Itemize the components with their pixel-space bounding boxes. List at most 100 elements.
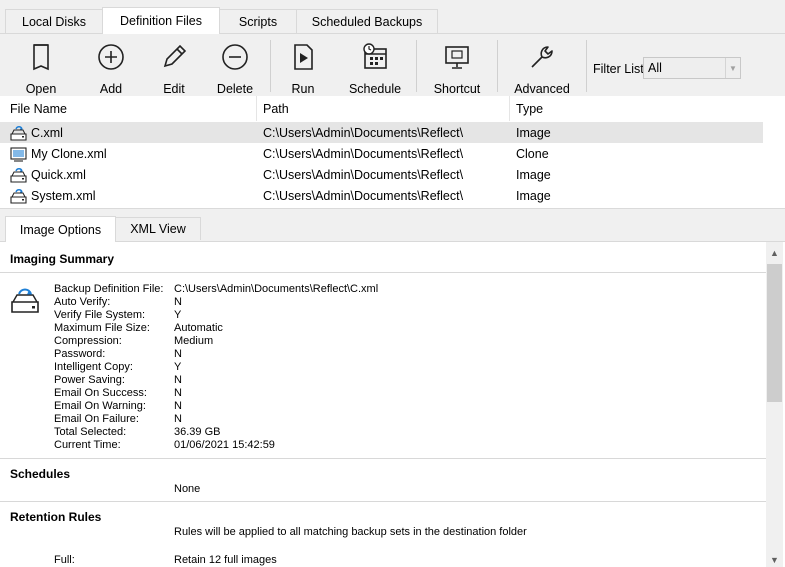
file-type: Image	[516, 126, 551, 140]
summary-label: Password:	[54, 348, 106, 360]
summary-label: Intelligent Copy:	[54, 361, 133, 373]
chevron-down-icon[interactable]: ▼	[725, 58, 740, 78]
list-header: File Name Path Type	[0, 96, 763, 121]
drive-backup-icon	[11, 288, 39, 313]
schedule-button[interactable]: Schedule	[348, 38, 402, 96]
detail-tab-bar: Image Options XML View	[0, 213, 785, 242]
summary-label: Email On Warning:	[54, 400, 146, 412]
summary-label: Current Time:	[54, 439, 121, 451]
file-name: System.xml	[31, 189, 96, 203]
summary-label: Email On Success:	[54, 387, 147, 399]
summary-value: N	[174, 296, 182, 308]
calendar-clock-icon	[363, 43, 387, 69]
summary-label: Backup Definition File:	[54, 283, 164, 295]
file-name: Quick.xml	[31, 168, 86, 182]
file-path: C:\Users\Admin\Documents\Reflect\	[263, 126, 464, 140]
image-backup-file-icon	[10, 126, 27, 141]
summary-value: N	[174, 374, 182, 386]
definition-files-list: File Name Path Type C.xml C:\Users\Admin…	[0, 96, 785, 208]
column-header-type[interactable]: Type	[506, 96, 763, 121]
wrench-icon	[531, 46, 553, 68]
table-row[interactable]: System.xml C:\Users\Admin\Documents\Refl…	[0, 185, 763, 206]
file-path: C:\Users\Admin\Documents\Reflect\	[263, 147, 464, 161]
delete-label: Delete	[216, 82, 254, 96]
clone-file-icon	[10, 147, 27, 162]
image-backup-file-icon	[10, 189, 27, 204]
retention-full-value: Retain 12 full images	[174, 554, 277, 566]
summary-label: Verify File System:	[54, 309, 146, 321]
summary-value: C:\Users\Admin\Documents\Reflect\C.xml	[174, 283, 379, 295]
edit-button[interactable]: Edit	[157, 38, 191, 96]
image-options-pane: Imaging Summary Backup Definition File: …	[0, 241, 785, 567]
open-label: Open	[25, 82, 57, 96]
file-name: C.xml	[31, 126, 63, 140]
add-label: Add	[99, 82, 123, 96]
summary-value: N	[174, 413, 182, 425]
summary-label: Compression:	[54, 335, 122, 347]
run-button[interactable]: Run	[288, 38, 318, 96]
divider	[0, 272, 766, 273]
run-label: Run	[291, 82, 315, 96]
advanced-button[interactable]: Advanced	[514, 38, 570, 96]
file-name: My Clone.xml	[31, 147, 107, 161]
schedule-label: Schedule	[348, 82, 402, 96]
shortcut-button[interactable]: Shortcut	[432, 38, 482, 96]
filter-list-value: All	[648, 61, 662, 75]
summary-value: Y	[174, 361, 182, 373]
summary-value: N	[174, 348, 182, 360]
advanced-label: Advanced	[514, 82, 570, 96]
pencil-icon	[163, 44, 187, 68]
divider	[0, 458, 766, 459]
delete-button[interactable]: Delete	[216, 38, 254, 96]
toolbar-separator	[270, 40, 271, 92]
tab-local-disks[interactable]: Local Disks	[5, 9, 103, 33]
summary-label: Email On Failure:	[54, 413, 139, 425]
summary-value: Automatic	[174, 322, 223, 334]
detail-scrollbar[interactable]: ▲ ▼	[766, 242, 783, 567]
shortcut-label: Shortcut	[433, 82, 481, 96]
summary-label: Maximum File Size:	[54, 322, 150, 334]
summary-value: Medium	[174, 335, 214, 347]
summary-value: 01/06/2021 15:42:59	[174, 439, 275, 451]
run-icon	[294, 44, 313, 70]
file-type: Image	[516, 189, 551, 203]
summary-value: N	[174, 387, 182, 399]
summary-label: Total Selected:	[54, 426, 127, 438]
retention-rules-title: Retention Rules	[10, 510, 102, 524]
retention-full-label: Full:	[54, 554, 75, 566]
toolbar-separator	[586, 40, 587, 92]
open-icon	[33, 44, 49, 71]
top-tab-bar: Local Disks Definition Files Scripts Sch…	[0, 0, 785, 34]
plus-circle-icon	[98, 44, 124, 70]
filter-list-select[interactable]: All ▼	[643, 57, 741, 79]
retention-note: Rules will be applied to all matching ba…	[174, 526, 527, 538]
summary-value: 36.39 GB	[174, 426, 221, 438]
image-backup-file-icon	[10, 168, 27, 183]
tab-definition-files[interactable]: Definition Files	[102, 7, 220, 34]
add-button[interactable]: Add	[94, 38, 128, 96]
summary-value: N	[174, 400, 182, 412]
file-path: C:\Users\Admin\Documents\Reflect\	[263, 168, 464, 182]
minus-circle-icon	[222, 44, 248, 70]
table-row[interactable]: My Clone.xml C:\Users\Admin\Documents\Re…	[0, 143, 763, 164]
filter-list-label: Filter List	[593, 62, 644, 76]
table-row[interactable]: Quick.xml C:\Users\Admin\Documents\Refle…	[0, 164, 763, 185]
tab-image-options[interactable]: Image Options	[5, 216, 116, 242]
scrollbar-thumb[interactable]	[767, 264, 782, 402]
table-row[interactable]: C.xml C:\Users\Admin\Documents\Reflect\ …	[0, 122, 763, 143]
tab-scheduled-backups[interactable]: Scheduled Backups	[296, 9, 438, 33]
file-path: C:\Users\Admin\Documents\Reflect\	[263, 189, 464, 203]
imaging-summary-title: Imaging Summary	[10, 252, 115, 266]
schedules-title: Schedules	[10, 467, 71, 481]
monitor-icon	[445, 46, 469, 69]
column-header-path[interactable]: Path	[253, 96, 510, 121]
scroll-down-icon[interactable]: ▼	[766, 551, 783, 567]
tab-scripts[interactable]: Scripts	[219, 9, 297, 33]
edit-label: Edit	[163, 82, 185, 96]
tab-xml-view[interactable]: XML View	[115, 217, 201, 240]
summary-label: Auto Verify:	[54, 296, 111, 308]
schedules-value: None	[174, 483, 201, 495]
open-button[interactable]: Open	[22, 38, 60, 96]
scroll-up-icon[interactable]: ▲	[766, 244, 783, 261]
column-header-file-name[interactable]: File Name	[0, 96, 257, 121]
